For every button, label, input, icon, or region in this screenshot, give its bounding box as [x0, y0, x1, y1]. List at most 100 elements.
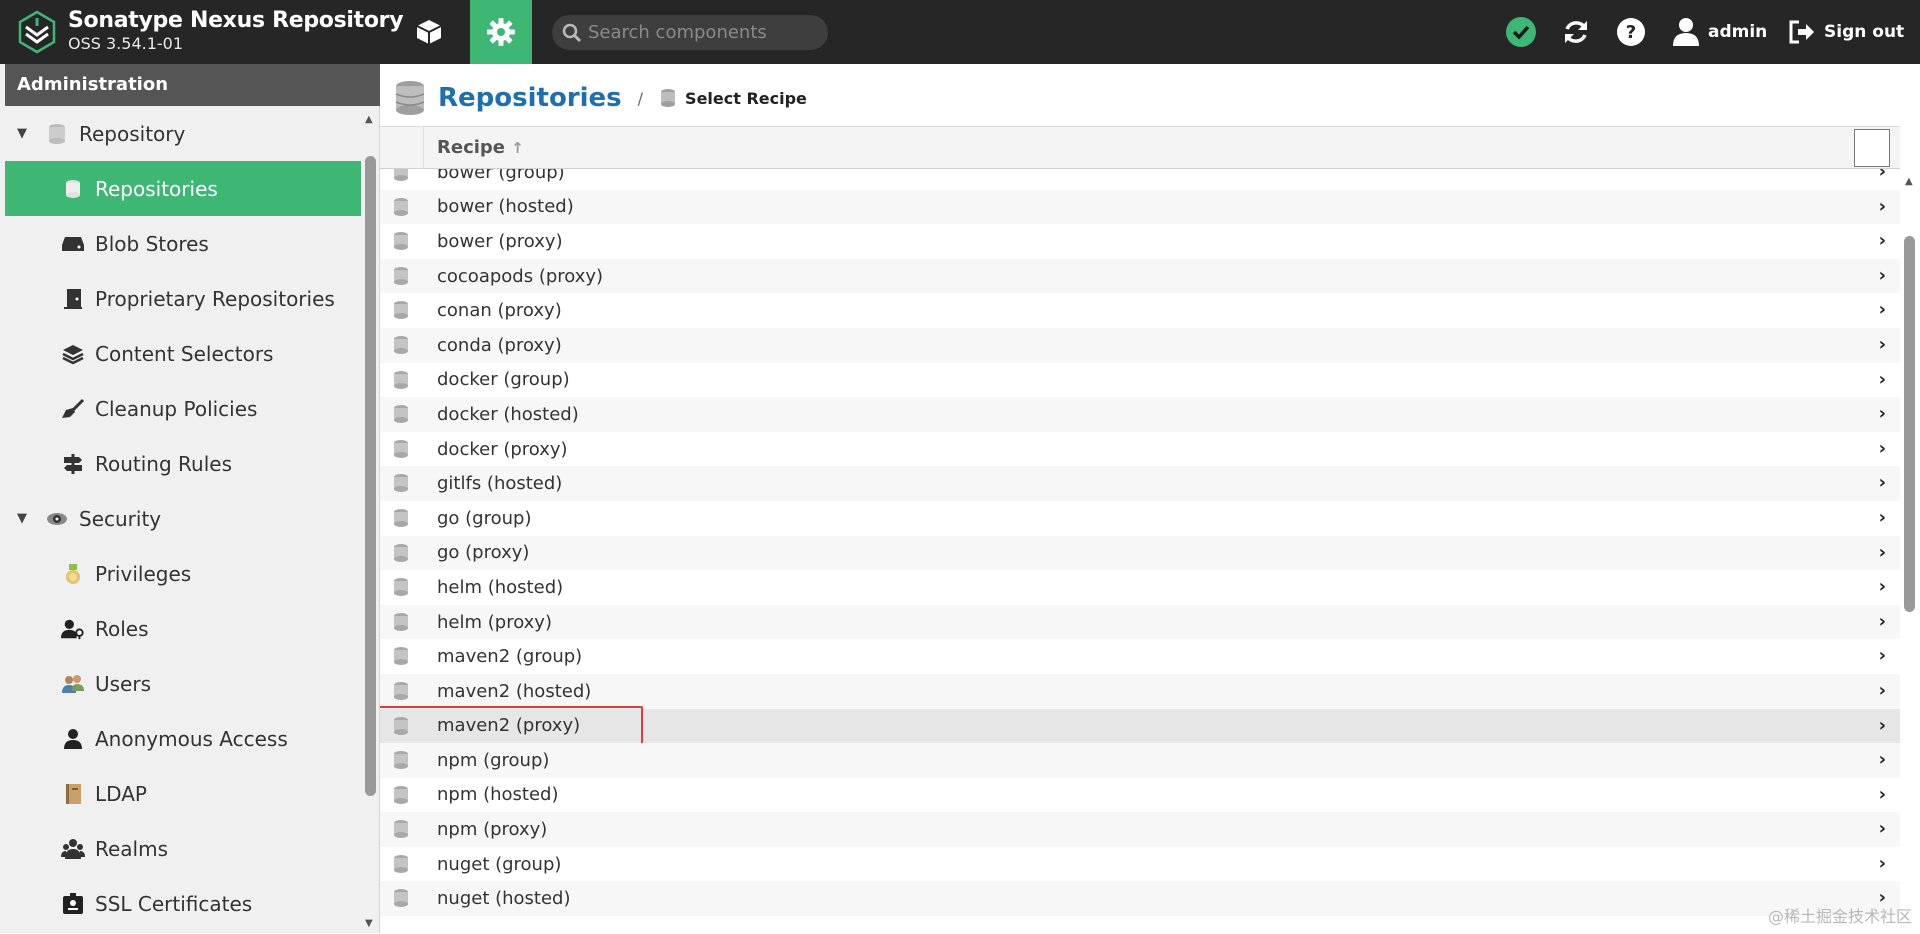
- refresh-button[interactable]: [1558, 14, 1594, 50]
- search-box[interactable]: [552, 15, 828, 50]
- sidebar-item-users[interactable]: Users: [5, 656, 361, 711]
- admin-mode-button[interactable]: [470, 0, 532, 64]
- table-row[interactable]: docker (group) ›: [380, 363, 1900, 398]
- recipe-label: conda (proxy): [437, 334, 562, 356]
- sidebar-item-blob-stores[interactable]: Blob Stores: [5, 216, 361, 271]
- recipe-label: gitlfs (hosted): [437, 473, 563, 495]
- sidebar-scroll-thumb[interactable]: [365, 156, 376, 796]
- table-row[interactable]: docker (proxy) ›: [380, 432, 1900, 467]
- search-input[interactable]: [588, 22, 808, 43]
- layers-icon: [61, 342, 85, 366]
- chevron-right-icon: ›: [1878, 230, 1886, 252]
- users-icon: [61, 672, 85, 696]
- recipe-column-header[interactable]: Recipe ↑: [437, 127, 524, 169]
- table-row[interactable]: nuget (hosted) ›: [380, 881, 1900, 917]
- username-label: admin: [1708, 22, 1768, 42]
- table-row[interactable]: go (proxy) ›: [380, 535, 1900, 571]
- table-row[interactable]: nuget (group) ›: [380, 847, 1900, 882]
- column-menu-button[interactable]: [1854, 129, 1890, 167]
- sidebar-item-content-selectors[interactable]: Content Selectors: [5, 326, 361, 381]
- browse-mode-button[interactable]: [398, 0, 460, 64]
- chevron-right-icon: ›: [1878, 679, 1886, 701]
- database-icon: [394, 543, 408, 562]
- chevron-right-icon: ›: [1878, 368, 1886, 390]
- recipe-grid: Recipe ↑ bower (group) › bower (hosted) › bo…: [380, 126, 1900, 933]
- table-row[interactable]: npm (hosted) ›: [380, 778, 1900, 813]
- database-icon: [661, 89, 676, 107]
- sign-out-icon: [1789, 20, 1814, 44]
- sidebar-item-realms[interactable]: Realms: [5, 821, 361, 876]
- search-icon: [562, 23, 582, 42]
- database-icon: [394, 854, 408, 873]
- caret-down-icon[interactable]: ▼: [17, 126, 35, 141]
- recipe-label: npm (hosted): [437, 784, 559, 806]
- table-row[interactable]: bower (group) ›: [380, 169, 1900, 190]
- sidebar-item-anonymous-access[interactable]: Anonymous Access: [5, 711, 361, 766]
- table-row[interactable]: maven2 (hosted) ›: [380, 673, 1900, 709]
- medal-icon: [61, 562, 85, 586]
- recipe-label: bower (proxy): [437, 230, 563, 252]
- sidebar-group-repository[interactable]: ▼ Repository: [5, 106, 361, 161]
- table-row[interactable]: helm (hosted) ›: [380, 570, 1900, 605]
- sidebar-group-security[interactable]: ▼ Security: [5, 491, 361, 546]
- help-button[interactable]: ?: [1613, 14, 1649, 50]
- sidebar-item-ldap[interactable]: LDAP: [5, 766, 361, 821]
- table-row[interactable]: bower (hosted) ›: [380, 189, 1900, 225]
- sidebar-scrollbar[interactable]: ▲ ▼: [362, 106, 380, 933]
- brand[interactable]: Sonatype Nexus Repository OSS 3.54.1-01: [18, 8, 404, 54]
- scroll-down-arrow-icon[interactable]: ▼: [365, 918, 373, 929]
- table-row[interactable]: cocoapods (proxy) ›: [380, 258, 1900, 294]
- chevron-right-icon: ›: [1878, 195, 1886, 217]
- caret-down-icon[interactable]: ▼: [17, 511, 35, 526]
- table-row[interactable]: helm (proxy) ›: [380, 604, 1900, 640]
- scroll-up-arrow-icon[interactable]: ▲: [1905, 176, 1913, 187]
- sidebar-item-privileges[interactable]: Privileges: [5, 546, 361, 601]
- user-menu[interactable]: admin: [1672, 14, 1767, 50]
- grid-rows: bower (group) › bower (hosted) › bower (prox…: [380, 169, 1900, 917]
- sort-ascending-icon: ↑: [511, 139, 524, 157]
- sidebar-item-ssl-certificates[interactable]: SSL Certificates: [5, 876, 361, 931]
- database-icon: [394, 335, 408, 354]
- chevron-right-icon: ›: [1878, 576, 1886, 598]
- table-row[interactable]: conda (proxy) ›: [380, 327, 1900, 363]
- grid-scroll-thumb[interactable]: [1904, 236, 1915, 612]
- database-icon: [394, 474, 408, 493]
- grid-scrollbar[interactable]: ▲: [1900, 168, 1920, 933]
- recipe-label: conan (proxy): [437, 300, 562, 322]
- chevron-right-icon: ›: [1878, 749, 1886, 771]
- table-row[interactable]: npm (proxy) ›: [380, 812, 1900, 847]
- page-title[interactable]: Repositories: [438, 83, 622, 113]
- app-version: OSS 3.54.1-01: [68, 34, 184, 53]
- table-row[interactable]: bower (proxy) ›: [380, 224, 1900, 259]
- database-icon: [394, 197, 408, 216]
- sidebar-item-proprietary-repositories[interactable]: Proprietary Repositories: [5, 271, 361, 326]
- table-row[interactable]: gitlfs (hosted) ›: [380, 466, 1900, 501]
- recipe-label: maven2 (hosted): [437, 680, 592, 702]
- table-row[interactable]: npm (group) ›: [380, 743, 1900, 778]
- sidebar-item-roles[interactable]: Roles: [5, 601, 361, 656]
- main-content: Repositories / Select Recipe Recipe ↑ bo…: [380, 64, 1920, 933]
- recipe-label: docker (hosted): [437, 403, 579, 425]
- svg-text:?: ?: [1626, 22, 1636, 43]
- sidebar-item-routing-rules[interactable]: Routing Rules: [5, 436, 361, 491]
- chevron-right-icon: ›: [1878, 783, 1886, 805]
- sidebar-group-label: Security: [79, 506, 162, 531]
- table-row[interactable]: go (group) ›: [380, 501, 1900, 536]
- sign-out-button[interactable]: Sign out: [1788, 14, 1904, 50]
- table-row[interactable]: maven2 (group) ›: [380, 639, 1900, 674]
- table-row[interactable]: maven2 (proxy) ›: [380, 705, 1900, 750]
- database-icon: [394, 681, 408, 700]
- database-icon: [394, 508, 408, 527]
- chevron-right-icon: ›: [1878, 264, 1886, 286]
- database-icon: [61, 177, 85, 201]
- database-icon: [394, 578, 408, 597]
- sidebar-item-cleanup-policies[interactable]: Cleanup Policies: [5, 381, 361, 436]
- system-status-button[interactable]: [1503, 14, 1539, 50]
- table-row[interactable]: conan (proxy) ›: [380, 293, 1900, 328]
- table-row[interactable]: docker (hosted) ›: [380, 397, 1900, 432]
- database-icon: [394, 889, 408, 908]
- chevron-right-icon: ›: [1878, 852, 1886, 874]
- database-icon: [394, 232, 408, 251]
- scroll-up-arrow-icon[interactable]: ▲: [365, 114, 373, 125]
- sidebar-item-repositories[interactable]: Repositories: [5, 161, 361, 216]
